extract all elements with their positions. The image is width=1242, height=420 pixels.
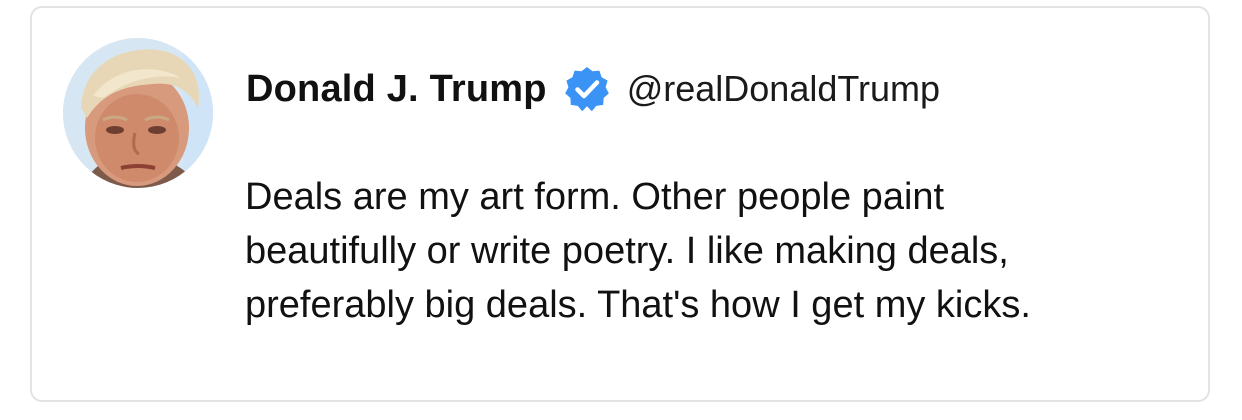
tweet-text-line: beautifully or write poetry. I like maki… xyxy=(245,230,1009,272)
tweet-text-line: preferably big deals. That's how I get m… xyxy=(245,284,1031,326)
tweet-text-line: Deals are my art form. Other people pain… xyxy=(245,176,945,218)
verified-badge-icon xyxy=(563,65,611,113)
tweet-header: Donald J. Trump @realDonaldTrump xyxy=(246,64,940,114)
display-name[interactable]: Donald J. Trump xyxy=(246,68,547,111)
user-handle[interactable]: @realDonaldTrump xyxy=(627,68,940,110)
avatar[interactable] xyxy=(63,38,213,188)
tweet-text: Deals are my art form. Other people pain… xyxy=(245,170,1195,332)
